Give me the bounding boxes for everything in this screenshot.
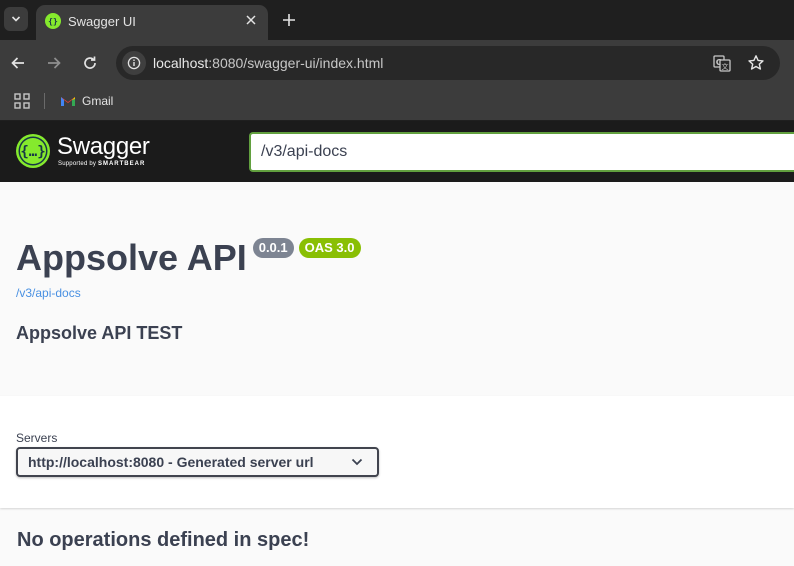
close-tab-icon[interactable] — [242, 11, 260, 29]
reload-icon[interactable] — [78, 51, 102, 75]
svg-text:{}: {} — [48, 17, 58, 26]
site-info-icon[interactable] — [122, 51, 146, 75]
new-tab-icon[interactable] — [278, 9, 300, 31]
bookmark-divider — [44, 93, 45, 109]
svg-text:{…}: {…} — [20, 144, 45, 160]
swagger-logo-icon: {…} — [16, 134, 50, 168]
api-title-row: Appsolve API 0.0.1 OAS 3.0 — [16, 236, 361, 280]
oas-badge: OAS 3.0 — [298, 238, 361, 258]
no-operations-message: No operations defined in spec! — [17, 529, 310, 551]
address-bar[interactable]: localhost:8080/swagger-ui/index.html G文 — [116, 46, 780, 80]
bookmarks-bar: Gmail — [0, 86, 794, 121]
api-info: Appsolve API 0.0.1 OAS 3.0 /v3/api-docs … — [0, 182, 794, 396]
servers-label: Servers — [16, 431, 58, 445]
chevron-down-icon — [11, 16, 21, 22]
chevron-down-icon — [351, 458, 363, 466]
gmail-icon — [61, 97, 75, 106]
address-host: localhost — [153, 55, 209, 71]
servers-selected-value: http://localhost:8080 - Generated server… — [28, 454, 314, 470]
address-path: :8080/swagger-ui/index.html — [208, 55, 384, 71]
spec-url-input[interactable] — [249, 132, 794, 172]
api-title: Appsolve API — [16, 237, 247, 278]
swagger-topbar: {…} Swagger Supported by SMARTBEAR — [0, 121, 794, 182]
swagger-logo-supported-by: Supported by — [58, 161, 97, 167]
translate-icon[interactable]: G文 — [712, 53, 732, 73]
bookmark-gmail[interactable]: Gmail — [60, 91, 113, 111]
tab-title: Swagger UI — [68, 14, 136, 29]
swagger-logo-name: Swagger — [57, 133, 150, 160]
swagger-logo-text: Swagger Supported by SMARTBEAR — [57, 133, 150, 168]
swagger-logo[interactable]: {…} Swagger Supported by SMARTBEAR — [15, 130, 150, 172]
version-badge: 0.0.1 — [252, 238, 294, 258]
bookmark-star-icon[interactable] — [746, 53, 766, 73]
swagger-logo-tagline: Supported by SMARTBEAR — [58, 161, 150, 167]
bookmark-gmail-label: Gmail — [82, 94, 114, 108]
forward-arrow-icon[interactable] — [42, 51, 66, 75]
servers-select[interactable]: http://localhost:8080 - Generated server… — [16, 447, 379, 477]
spec-link[interactable]: /v3/api-docs — [16, 286, 81, 300]
tab-search-button[interactable] — [4, 7, 28, 31]
browser-tab[interactable]: {} Swagger UI — [36, 5, 268, 40]
servers-section: Servers http://localhost:8080 - Generate… — [0, 396, 794, 508]
back-arrow-icon[interactable] — [6, 51, 30, 75]
address-url: localhost:8080/swagger-ui/index.html — [153, 55, 383, 71]
browser-tab-strip: {} Swagger UI — [0, 0, 794, 40]
swagger-favicon-icon: {} — [45, 13, 61, 29]
svg-text:文: 文 — [722, 62, 729, 71]
browser-toolbar: localhost:8080/swagger-ui/index.html G文 — [0, 40, 794, 86]
api-description: Appsolve API TEST — [16, 323, 183, 343]
apps-grid-icon[interactable] — [14, 93, 30, 109]
swagger-logo-brand: SMARTBEAR — [97, 161, 146, 167]
